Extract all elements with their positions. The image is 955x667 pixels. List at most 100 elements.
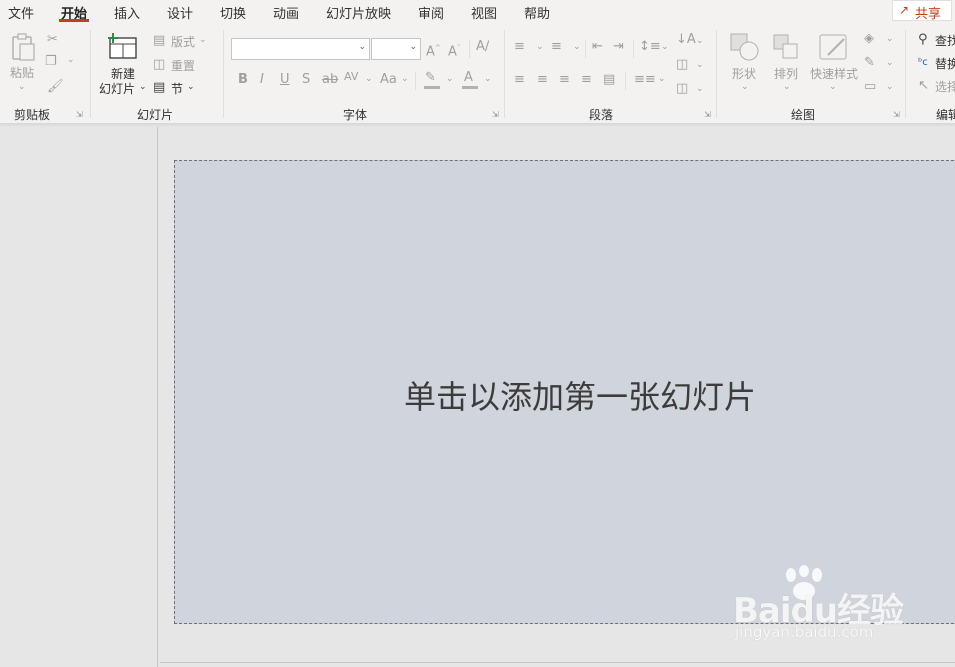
slide-thumbnail-pane[interactable] bbox=[0, 127, 158, 667]
paste-icon bbox=[12, 33, 35, 61]
quick-styles-button[interactable] bbox=[818, 33, 850, 67]
new-slide-label-line1: 新建 bbox=[111, 67, 136, 81]
tab-help[interactable]: 帮助 bbox=[524, 3, 550, 22]
add-first-slide-placeholder[interactable]: 单击以添加第一张幻灯片 bbox=[404, 372, 756, 418]
decrease-font-size-icon[interactable]: Aˇ bbox=[448, 41, 460, 59]
quick-styles-label: 快速样式 bbox=[810, 67, 859, 81]
layout-icon[interactable]: ▤ bbox=[153, 34, 165, 48]
chevron-down-icon[interactable]: ⌄ bbox=[696, 36, 704, 46]
character-spacing-icon[interactable]: AV bbox=[344, 70, 358, 84]
chevron-down-icon[interactable]: ⌄ bbox=[886, 34, 894, 44]
bold-icon[interactable]: B bbox=[238, 73, 248, 87]
shapes-button[interactable] bbox=[730, 33, 760, 67]
distributed-icon[interactable]: ▤ bbox=[603, 73, 615, 87]
bullets-icon[interactable]: ≡ bbox=[514, 40, 525, 54]
watermark: Baidu经验 jingyan.baidu.com bbox=[733, 565, 933, 645]
font-name-input[interactable]: ⌄ bbox=[231, 38, 370, 60]
chevron-down-icon[interactable]: ⌄ bbox=[696, 60, 704, 70]
tab-design[interactable]: 设计 bbox=[167, 3, 193, 22]
tab-insert[interactable]: 插入 bbox=[114, 3, 140, 22]
highlight-color-icon[interactable]: ✎ bbox=[425, 71, 436, 85]
font-color-icon[interactable]: A bbox=[464, 71, 473, 85]
shape-fill-icon[interactable]: ◈ bbox=[864, 32, 874, 46]
font-size-input[interactable]: ⌄ bbox=[371, 38, 421, 60]
arrange-icon bbox=[773, 34, 798, 59]
watermark-url: jingyan.baidu.com bbox=[735, 623, 874, 641]
reset-icon[interactable]: ◫ bbox=[153, 58, 165, 72]
reset-button[interactable]: 重置 bbox=[171, 59, 195, 73]
tab-view[interactable]: 视图 bbox=[471, 3, 497, 22]
change-case-icon[interactable]: Aa bbox=[380, 73, 397, 87]
line-spacing-icon[interactable]: ↕≡ bbox=[639, 40, 661, 54]
separator bbox=[716, 30, 717, 118]
tab-slideshow[interactable]: 幻灯片放映 bbox=[326, 3, 391, 22]
find-button[interactable]: 查找 bbox=[935, 34, 955, 48]
numbering-icon[interactable]: ≡ bbox=[551, 40, 562, 54]
italic-icon[interactable]: I bbox=[260, 73, 264, 87]
tab-transitions[interactable]: 切换 bbox=[220, 3, 246, 22]
cut-icon[interactable]: ✂ bbox=[47, 33, 58, 47]
clipboard-launcher-icon[interactable]: ⇲ bbox=[76, 110, 83, 119]
section-button[interactable]: 节 bbox=[171, 82, 183, 96]
chevron-down-icon[interactable]: ⌄ bbox=[365, 74, 373, 84]
separator bbox=[905, 30, 906, 118]
share-button[interactable]: ↗ 共享 bbox=[892, 0, 952, 22]
chevron-down-icon[interactable]: ⌄ bbox=[536, 42, 544, 52]
separator bbox=[415, 72, 416, 90]
copy-dropdown-icon[interactable]: ⌄ bbox=[67, 55, 75, 65]
tab-file[interactable]: 文件 bbox=[8, 3, 34, 22]
increase-indent-icon[interactable]: ⇥ bbox=[613, 40, 624, 54]
shape-effects-icon[interactable]: ▭ bbox=[864, 80, 876, 94]
paste-dropdown-icon[interactable]: ⌄ bbox=[18, 82, 26, 92]
underline-icon[interactable]: U bbox=[280, 73, 290, 87]
clear-formatting-icon[interactable]: A∕ bbox=[476, 40, 489, 54]
smartart-icon[interactable]: ◫ bbox=[676, 82, 688, 96]
align-right-icon[interactable]: ≡ bbox=[559, 73, 570, 87]
group-label-clipboard: 剪贴板 bbox=[14, 108, 51, 122]
replace-button[interactable]: 替换 bbox=[935, 57, 955, 71]
chevron-down-icon[interactable]: ⌄ bbox=[661, 42, 669, 52]
chevron-down-icon[interactable]: ⌄ bbox=[484, 74, 492, 84]
chevron-down-icon[interactable]: ⌄ bbox=[886, 58, 894, 68]
layout-button[interactable]: 版式 bbox=[171, 35, 195, 49]
shape-outline-icon[interactable]: ✎ bbox=[864, 56, 875, 70]
chevron-down-icon[interactable]: ⌄ bbox=[573, 42, 581, 52]
justify-icon[interactable]: ≡ bbox=[581, 73, 592, 87]
increase-font-size-icon[interactable]: A^ bbox=[426, 41, 441, 59]
columns-icon[interactable]: ≡≡ bbox=[634, 73, 656, 87]
align-text-icon[interactable]: ◫ bbox=[676, 58, 688, 72]
chevron-down-icon[interactable]: ⌄ bbox=[446, 74, 454, 84]
align-center-icon[interactable]: ≡ bbox=[537, 73, 548, 87]
drawing-launcher-icon[interactable]: ⇲ bbox=[893, 110, 900, 119]
text-direction-icon[interactable]: ↓A bbox=[676, 33, 696, 47]
align-left-icon[interactable]: ≡ bbox=[514, 73, 525, 87]
section-dropdown-icon[interactable]: ⌄ bbox=[187, 82, 195, 92]
tab-animations[interactable]: 动画 bbox=[273, 3, 299, 22]
font-launcher-icon[interactable]: ⇲ bbox=[492, 110, 499, 119]
separator bbox=[90, 30, 91, 118]
select-button[interactable]: 选择 bbox=[935, 80, 955, 94]
chevron-down-icon[interactable]: ⌄ bbox=[783, 82, 791, 92]
arrange-button[interactable] bbox=[773, 34, 801, 66]
section-icon[interactable]: ▤ bbox=[153, 81, 165, 95]
chevron-down-icon[interactable]: ⌄ bbox=[696, 84, 704, 94]
chevron-down-icon[interactable]: ⌄ bbox=[829, 82, 837, 92]
tab-review[interactable]: 审阅 bbox=[418, 3, 444, 22]
chevron-down-icon[interactable]: ⌄ bbox=[401, 74, 409, 84]
decrease-indent-icon[interactable]: ⇤ bbox=[592, 40, 603, 54]
format-painter-icon[interactable]: 🖌 bbox=[47, 80, 64, 94]
chevron-down-icon[interactable]: ⌄ bbox=[886, 82, 894, 92]
new-slide-dropdown-icon[interactable]: ⌄ bbox=[139, 82, 147, 92]
share-label: 共享 bbox=[915, 7, 942, 22]
paste-button[interactable] bbox=[8, 32, 38, 66]
copy-icon[interactable]: ❐ bbox=[45, 55, 57, 69]
new-slide-button[interactable] bbox=[107, 32, 139, 64]
text-shadow-icon[interactable]: S bbox=[302, 73, 310, 87]
layout-dropdown-icon[interactable]: ⌄ bbox=[199, 35, 207, 45]
new-slide-icon bbox=[108, 33, 137, 59]
chevron-down-icon[interactable]: ⌄ bbox=[658, 74, 666, 84]
paragraph-launcher-icon[interactable]: ⇲ bbox=[704, 110, 711, 119]
strikethrough-icon[interactable]: ab bbox=[322, 73, 338, 87]
chevron-down-icon[interactable]: ⌄ bbox=[741, 82, 749, 92]
separator bbox=[625, 72, 626, 90]
